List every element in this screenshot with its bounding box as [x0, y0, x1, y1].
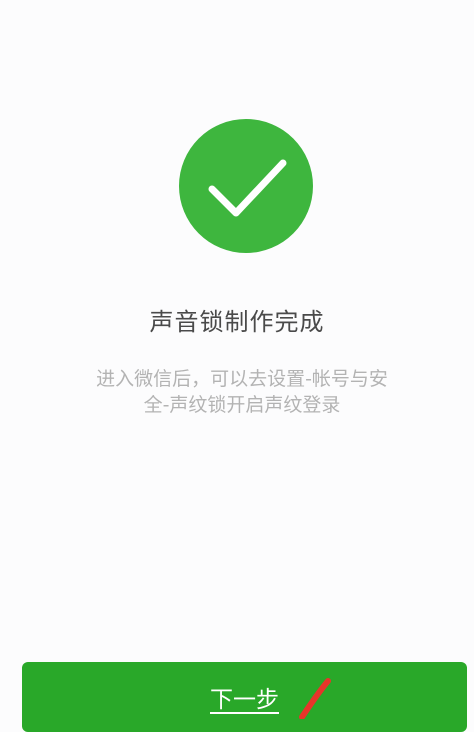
- page-title: 声音锁制作完成: [149, 308, 325, 336]
- success-checkmark-icon: [179, 119, 313, 253]
- instruction-text: 进入微信后，可以去设置-帐号与安 全-声纹锁开启声纹登录: [70, 366, 414, 418]
- next-button[interactable]: 下一步: [22, 662, 467, 732]
- next-button-label: 下一步: [210, 687, 279, 713]
- instruction-line-2: 全-声纹锁开启声纹登录: [143, 394, 341, 416]
- checkmark-icon: [208, 159, 287, 217]
- red-pen-mark-icon: [299, 678, 331, 719]
- instruction-line-1: 进入微信后，可以去设置-帐号与安: [96, 368, 388, 390]
